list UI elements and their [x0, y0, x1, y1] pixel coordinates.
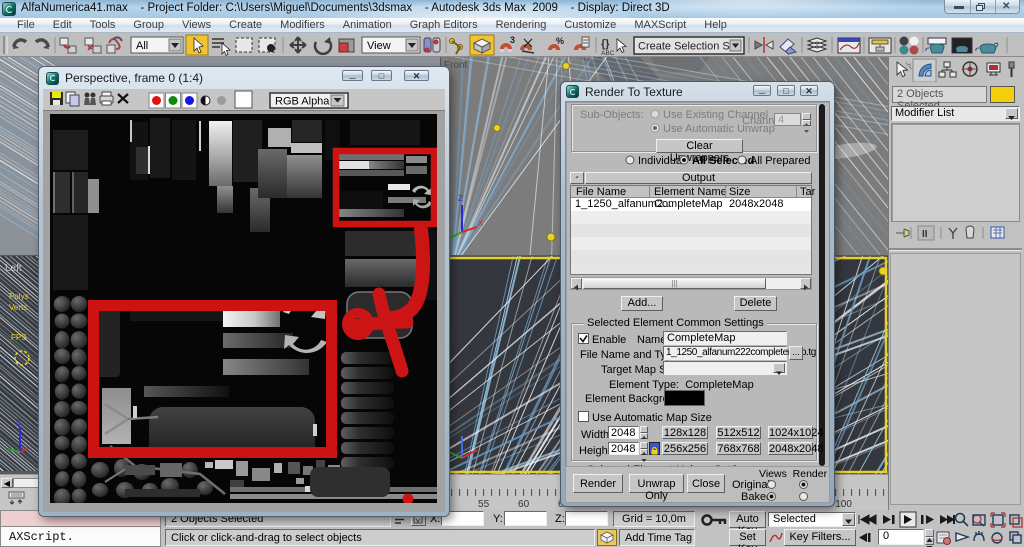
svg-text:%: %: [556, 36, 564, 46]
svg-text:X: X: [478, 219, 484, 228]
svg-text:RGB Alpha: RGB Alpha: [275, 96, 330, 108]
svg-text:Z: Z: [16, 418, 21, 427]
svg-text:Create Selection Set: Create Selection Set: [638, 41, 739, 53]
svg-text:{}: {}: [601, 38, 610, 50]
svg-text:100: 100: [835, 499, 852, 510]
svg-text:60: 60: [518, 499, 530, 510]
svg-text:Left: Left: [5, 263, 22, 274]
svg-text:Verts: Verts: [9, 303, 27, 312]
svg-text:Z: Z: [458, 194, 463, 203]
svg-text:All: All: [136, 40, 148, 52]
svg-text:Polys: Polys: [9, 292, 29, 301]
svg-text:II: II: [922, 229, 928, 240]
svg-text:55: 55: [478, 499, 490, 510]
svg-text:ABC: ABC: [601, 50, 615, 57]
svg-text:3: 3: [510, 35, 515, 45]
svg-text:FPS: FPS: [11, 333, 27, 342]
svg-text:View: View: [367, 40, 391, 52]
